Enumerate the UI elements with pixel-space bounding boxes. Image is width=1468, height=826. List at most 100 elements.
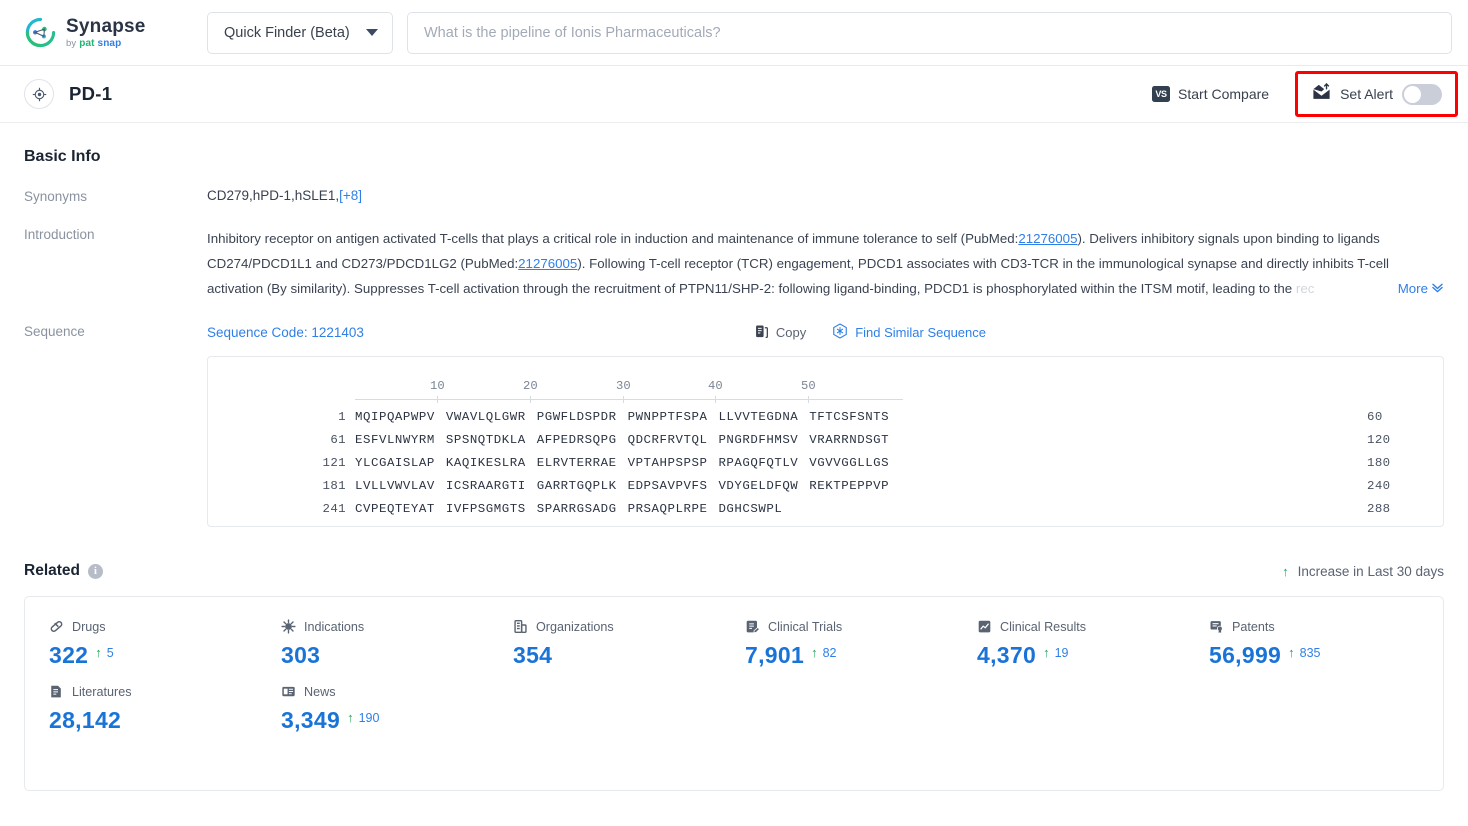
sequence-line: 121 YLCGAISLAP KAQIKESLRA ELRVTERRAE VPT…	[208, 451, 1443, 474]
stat-label: Clinical Trials	[768, 619, 843, 634]
seq-block: KAQIKESLRA	[445, 455, 526, 470]
page-title: PD-1	[69, 83, 113, 104]
sequence-line: 241 CVPEQTEYAT IVFPSGMGTS SPARRGSADG PRS…	[208, 497, 1443, 520]
seq-block: EDPSAVPVFS	[627, 478, 708, 493]
sequence-end-index: 288	[1367, 501, 1391, 516]
related-stats-card: Drugs 322 ↑ 5 Indications 303 Organizati…	[24, 596, 1444, 791]
ruler-tick-50: 50	[801, 379, 816, 403]
virus-icon	[281, 619, 296, 634]
target-icon	[24, 79, 54, 109]
logo-pat: pat	[79, 37, 95, 49]
seq-block: PNGRDFHMSV	[718, 432, 799, 447]
sequence-line: 1 MQIPQAPWPV VWAVLQLGWR PGWFLDSPDR PWNPP…	[208, 405, 1443, 428]
pubmed-link-2[interactable]: 21276005	[518, 256, 577, 271]
search-input[interactable]	[424, 12, 1435, 53]
sequence-end-index: 60	[1367, 409, 1383, 424]
stat-label: Literatures	[72, 684, 132, 699]
top-bar: Synapse by pat snap Quick Finder (Beta)	[0, 0, 1468, 66]
sequence-end-index: 180	[1367, 455, 1391, 470]
stat-value: 28,142	[49, 707, 122, 733]
find-similar-sequence-button[interactable]: Find Similar Sequence	[832, 323, 986, 342]
seq-block: PRSAQPLRPE	[627, 501, 708, 516]
seq-block: RPAGQFQTLV	[718, 455, 799, 470]
up-arrow-icon: ↑	[1282, 563, 1289, 579]
introduction-more-button[interactable]: More	[1391, 276, 1444, 301]
sequence-start-index: 121	[322, 455, 346, 470]
increase-legend: ↑ Increase in Last 30 days	[1282, 564, 1444, 579]
stat-value: 56,999	[1209, 642, 1282, 668]
stat-value: 4,370	[977, 642, 1037, 668]
related-stat-drugs[interactable]: Drugs 322 ↑ 5	[25, 619, 257, 669]
related-heading: Related	[24, 562, 80, 579]
intro-truncated-tail: rec	[1295, 281, 1315, 296]
seq-block: VWAVLQLGWR	[445, 409, 526, 424]
set-alert-toggle[interactable]	[1402, 83, 1442, 105]
stat-value: 322	[49, 642, 89, 668]
stat-value: 7,901	[745, 642, 805, 668]
seq-block: VRARRNDSGT	[809, 432, 890, 447]
synonyms-label: Synonyms	[24, 189, 88, 204]
stat-label: Drugs	[72, 619, 106, 634]
search-box[interactable]	[407, 11, 1452, 54]
seq-block: ELRVTERRAE	[536, 455, 617, 470]
logo-snap: snap	[97, 37, 122, 49]
sequence-end-index: 240	[1367, 478, 1391, 493]
seq-block: QDCRFRVTQL	[627, 432, 708, 447]
ruler-tick-30: 30	[616, 379, 631, 403]
sequence-code-link[interactable]: Sequence Code: 1221403	[207, 325, 364, 340]
stat-label: Patents	[1232, 619, 1275, 634]
sequence-row: Sequence Sequence Code: 1221403 Copy Fin…	[24, 323, 1444, 527]
pill-icon	[49, 619, 64, 634]
related-stat-clinical-results[interactable]: Clinical Results 4,370 ↑ 19	[953, 619, 1185, 669]
logo[interactable]: Synapse by pat snap	[24, 16, 174, 49]
synonyms-more-link[interactable]: [+8]	[339, 188, 362, 203]
sequence-start-index: 61	[330, 432, 346, 447]
seq-block: LVLLVWVLAV	[355, 478, 435, 493]
intro-part-1: Inhibitory receptor on antigen activated…	[207, 231, 1019, 246]
ruler-tick-20: 20	[523, 379, 538, 403]
sequence-line: 181 LVLLVWVLAV ICSRAARGTI GARRTGQPLK EDP…	[208, 474, 1443, 497]
sequence-viewer: 10 20 30 40 50 1 MQIPQAPWPV VWAVLQLGWR P…	[207, 356, 1444, 527]
copy-icon	[754, 324, 769, 342]
entity-actions: VS Start Compare Set Alert	[1148, 71, 1458, 117]
sequence-label: Sequence	[24, 324, 85, 339]
up-arrow-icon: ↑	[95, 645, 102, 660]
stat-delta: ↑ 190	[347, 707, 379, 725]
introduction-text: Inhibitory receptor on antigen activated…	[207, 226, 1444, 301]
vs-icon: VS	[1152, 86, 1171, 102]
introduction-label: Introduction	[24, 227, 95, 242]
stat-value: 303	[281, 642, 321, 668]
main-content: Basic Info Synonyms CD279,hPD-1,hSLE1,[+…	[0, 148, 1468, 791]
sequence-start-index: 241	[322, 501, 346, 516]
stat-value: 354	[513, 642, 553, 668]
synapse-logo-icon	[24, 16, 57, 49]
related-stats-grid: Drugs 322 ↑ 5 Indications 303 Organizati…	[25, 619, 1443, 749]
seq-block: AFPEDRSQPG	[536, 432, 617, 447]
pubmed-link-1[interactable]: 21276005	[1018, 231, 1077, 246]
copy-label: Copy	[775, 325, 807, 340]
clipboard-pen-icon	[745, 619, 760, 634]
sequence-start-index: 1	[338, 409, 346, 424]
related-stat-clinical-trials[interactable]: Clinical Trials 7,901 ↑ 82	[721, 619, 953, 669]
copy-button[interactable]: Copy	[754, 324, 806, 342]
related-stat-patents[interactable]: Patents 56,999 ↑ 835	[1185, 619, 1417, 669]
logo-subtitle: by pat snap	[66, 37, 146, 49]
related-stat-literatures[interactable]: Literatures 28,142	[25, 684, 257, 734]
related-stat-organizations[interactable]: Organizations 354	[489, 619, 721, 669]
up-arrow-icon: ↑	[347, 710, 354, 725]
related-stat-news[interactable]: News 3,349 ↑ 190	[257, 684, 489, 734]
stat-delta: ↑ 835	[1288, 642, 1320, 660]
seq-block: MQIPQAPWPV	[355, 409, 435, 424]
related-stat-indications[interactable]: Indications 303	[257, 619, 489, 669]
sequence-end-index: 120	[1367, 432, 1391, 447]
quick-finder-select[interactable]: Quick Finder (Beta)	[207, 11, 393, 54]
building-icon	[513, 619, 528, 634]
start-compare-button[interactable]: VS Start Compare	[1148, 80, 1273, 108]
sequence-header: Sequence Code: 1221403 Copy Find Similar…	[207, 323, 1444, 342]
find-similar-label: Find Similar Sequence	[855, 325, 986, 340]
seq-block: TFTCSFSNTS	[809, 409, 890, 424]
sequence-blocks: LVLLVWVLAV ICSRAARGTI GARRTGQPLK EDPSAVP…	[355, 479, 889, 493]
seq-block: REKTPEPPVP	[809, 478, 890, 493]
info-icon[interactable]: i	[88, 563, 103, 579]
ruler-tick-10: 10	[430, 379, 445, 403]
